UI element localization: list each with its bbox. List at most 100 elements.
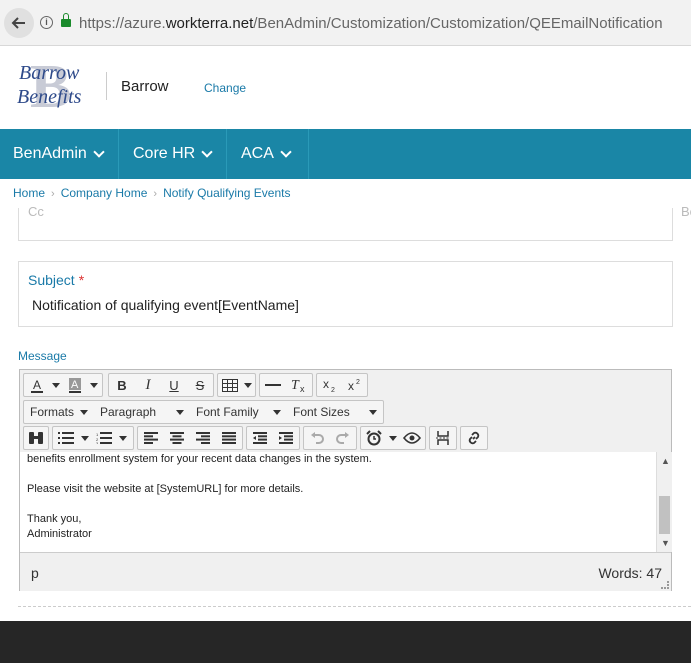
script-group: x2 x2	[316, 373, 368, 397]
bcc-label: Bc	[681, 204, 691, 219]
pagebreak-group	[429, 426, 457, 450]
chevron-down-icon[interactable]	[387, 427, 399, 449]
scroll-thumb[interactable]	[659, 496, 670, 534]
content-line: Please visit the website at [SystemURL] …	[27, 483, 304, 495]
url-prefix: https://azure.	[79, 15, 166, 32]
outdent-icon[interactable]	[247, 427, 273, 449]
page-break-icon[interactable]	[430, 427, 456, 449]
chevron-down-icon	[93, 146, 105, 158]
table-icon[interactable]	[218, 374, 242, 396]
chevron-down-icon[interactable]	[79, 427, 91, 449]
align-right-icon[interactable]	[190, 427, 216, 449]
cc-field[interactable]	[18, 208, 673, 241]
lock-icon[interactable]	[61, 13, 71, 28]
nav-item-core-hr[interactable]: Core HR	[120, 129, 227, 179]
subject-label: Subject *	[28, 272, 84, 288]
indent-icon[interactable]	[273, 427, 299, 449]
change-company-link[interactable]: Change	[204, 81, 246, 95]
editor-scrollbar[interactable]: ▲ ▼	[656, 452, 672, 552]
content-line: Administrator	[27, 528, 92, 540]
element-path[interactable]: p	[31, 565, 39, 581]
message-editor: A A B I U S Tx x2 x2 Formats Paragraph F…	[19, 369, 672, 591]
undo-icon[interactable]	[304, 427, 330, 449]
chevron-down-icon[interactable]	[117, 427, 129, 449]
word-count: Words: 47	[598, 565, 662, 581]
subscript-icon[interactable]: x2	[317, 374, 342, 396]
horizontal-rule-icon[interactable]	[260, 374, 286, 396]
svg-text:3: 3	[96, 441, 99, 444]
toolbar-row-2: Formats Paragraph Font Family Font Sizes	[20, 397, 671, 425]
url-field[interactable]: https://azure.workterra.net/BenAdmin/Cus…	[79, 15, 663, 32]
page-footer	[0, 621, 691, 663]
chevron-down-icon[interactable]	[242, 374, 254, 396]
nav-item-aca[interactable]: ACA	[228, 129, 309, 179]
strikethrough-icon[interactable]: S	[187, 374, 213, 396]
toolbar-row-1: A A B I U S Tx x2 x2	[20, 370, 671, 398]
numbered-list-icon[interactable]: 123	[91, 427, 117, 449]
misc-group	[360, 426, 426, 450]
subject-field[interactable]: Subject * Notification of qualifying even…	[18, 261, 673, 327]
section-divider	[18, 606, 691, 607]
align-group	[137, 426, 243, 450]
clear-formatting-icon[interactable]: Tx	[286, 374, 312, 396]
align-justify-icon[interactable]	[216, 427, 242, 449]
align-left-icon[interactable]	[138, 427, 164, 449]
text-color-icon[interactable]: A	[24, 374, 50, 396]
find-group	[23, 426, 49, 450]
nav-label: BenAdmin	[13, 145, 87, 162]
scroll-up-arrow-icon[interactable]: ▲	[661, 456, 670, 466]
font-family-select[interactable]: Font Family	[190, 401, 287, 423]
background-color-icon[interactable]: A	[62, 374, 88, 396]
company-logo[interactable]: B Barrow Benefits	[14, 53, 94, 121]
svg-text:x: x	[348, 379, 354, 393]
breadcrumb-notify-qualifying-events[interactable]: Notify Qualifying Events	[163, 186, 290, 200]
toolbar-row-3: 123	[20, 423, 671, 451]
chevron-down-icon	[201, 146, 213, 158]
alarm-clock-icon[interactable]	[361, 427, 387, 449]
link-group	[460, 426, 488, 450]
nav-item-benadmin[interactable]: BenAdmin	[0, 129, 119, 179]
resize-grip-icon[interactable]	[661, 581, 669, 589]
link-icon[interactable]	[461, 427, 487, 449]
chevron-down-icon[interactable]	[88, 374, 100, 396]
redo-icon[interactable]	[330, 427, 356, 449]
chevron-down-icon	[273, 409, 281, 415]
subject-input[interactable]: Notification of qualifying event[EventNa…	[32, 297, 299, 313]
svg-text:x: x	[300, 384, 305, 393]
company-name: Barrow	[121, 78, 169, 95]
cc-label: Cc	[28, 204, 44, 219]
required-marker: *	[78, 272, 85, 288]
formats-select[interactable]: Formats	[24, 401, 94, 423]
superscript-icon[interactable]: x2	[342, 374, 367, 396]
scroll-down-arrow-icon[interactable]: ▼	[661, 538, 670, 548]
url-host: workterra.net	[165, 15, 254, 32]
find-replace-icon[interactable]	[24, 427, 48, 449]
paragraph-select[interactable]: Paragraph	[94, 401, 190, 423]
header-divider	[106, 72, 107, 100]
breadcrumb-home[interactable]: Home	[13, 186, 45, 200]
svg-text:2: 2	[356, 379, 360, 386]
chevron-down-icon	[176, 409, 184, 415]
back-button[interactable]	[4, 8, 34, 38]
insert-group: Tx	[259, 373, 313, 397]
info-icon[interactable]: i	[40, 16, 53, 29]
underline-icon[interactable]: U	[161, 374, 187, 396]
align-center-icon[interactable]	[164, 427, 190, 449]
preview-eye-icon[interactable]	[399, 427, 425, 449]
table-group	[217, 373, 256, 397]
nav-label: ACA	[241, 145, 274, 162]
text-style-group: B I U S	[108, 373, 214, 397]
svg-text:A: A	[71, 379, 79, 391]
editor-statusbar: p Words: 47	[20, 552, 671, 591]
font-sizes-select[interactable]: Font Sizes	[287, 401, 383, 423]
chevron-down-icon[interactable]	[50, 374, 62, 396]
bold-icon[interactable]: B	[109, 374, 135, 396]
message-label: Message	[18, 349, 67, 363]
editor-content-area[interactable]: benefits enrollment system for your rece…	[20, 452, 656, 552]
bullet-list-icon[interactable]	[53, 427, 79, 449]
history-group	[303, 426, 357, 450]
site-header: B Barrow Benefits Barrow Change	[0, 46, 691, 129]
breadcrumb-company-home[interactable]: Company Home	[61, 186, 148, 200]
breadcrumb-separator: ›	[51, 188, 55, 200]
italic-icon[interactable]: I	[135, 374, 161, 396]
